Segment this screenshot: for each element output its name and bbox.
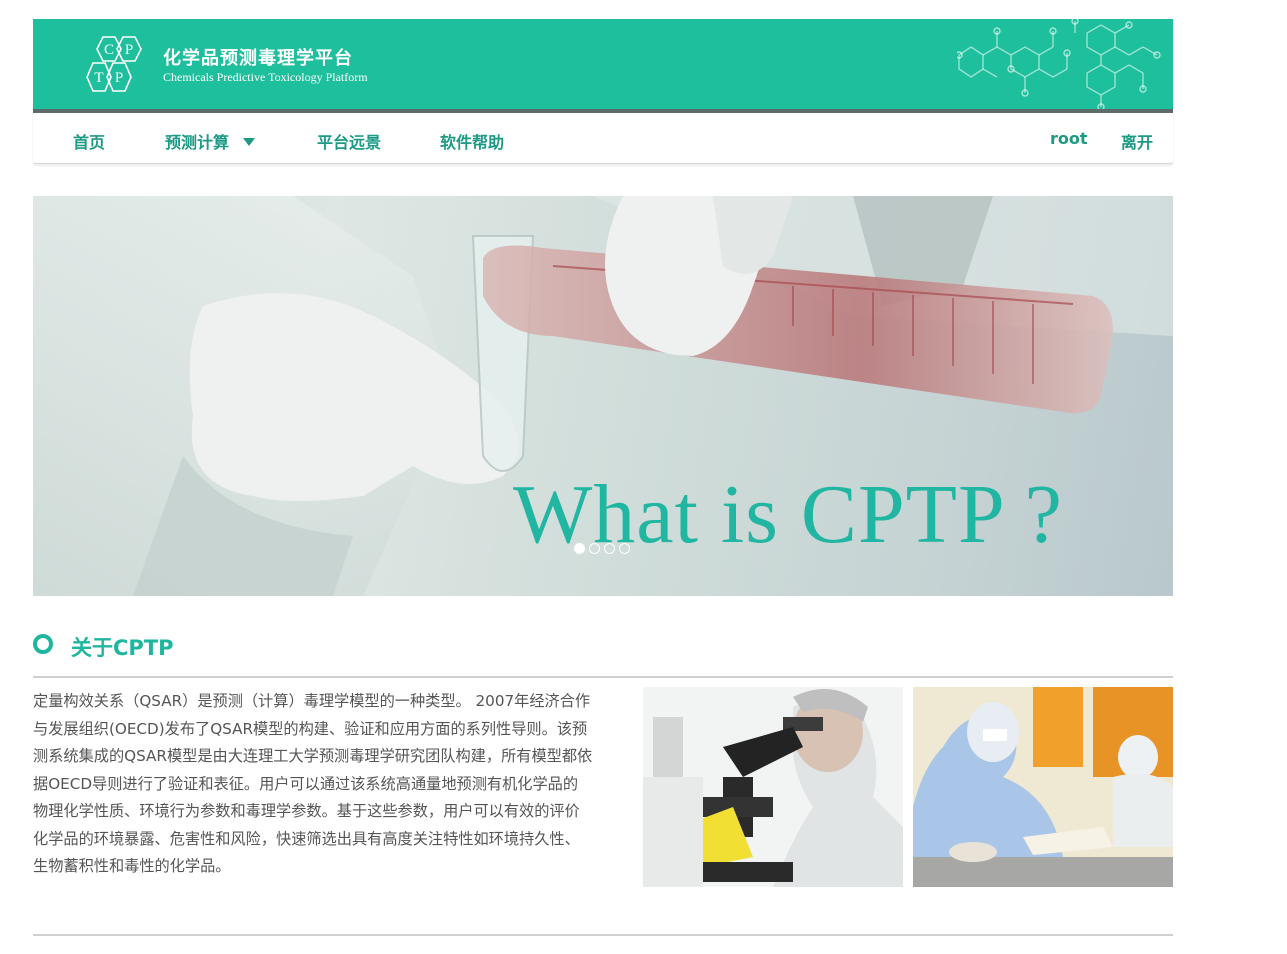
logo-letter-4: P [115, 70, 123, 86]
about-header: 关于CPTP [33, 632, 1173, 678]
logo-letter-1: C [104, 42, 114, 58]
page: C P T P 化学品预测毒理学平台 Chemicals Predictive … [33, 19, 1173, 936]
main-nav: 首页 预测计算 平台远景 软件帮助 root 离开 [33, 113, 1173, 164]
section-divider [33, 934, 1173, 936]
cptp-hexagon-logo: C P T P [86, 36, 142, 92]
logo-text: 化学品预测毒理学平台 Chemicals Predictive Toxicolo… [163, 48, 368, 84]
molecule-decoration-icon [957, 19, 1161, 109]
site-header: C P T P 化学品预测毒理学平台 Chemicals Predictive … [33, 19, 1173, 113]
site-title-en: Chemicals Predictive Toxicology Platform [163, 70, 368, 84]
carousel-dot-3[interactable] [604, 543, 615, 554]
about-title: 关于CPTP [71, 636, 174, 660]
logo-letter-2: P [125, 42, 133, 58]
cleanroom-photo [913, 687, 1173, 887]
nav-user[interactable]: root [1050, 129, 1088, 148]
ring-bullet-icon [33, 634, 53, 654]
nav-predict[interactable]: 预测计算 [165, 129, 256, 153]
about-description: 定量构效关系（QSAR）是预测（计算）毒理学模型的一种类型。 2007年经济合作… [33, 692, 593, 875]
nav-logout[interactable]: 离开 [1121, 129, 1153, 153]
carousel-dot-4[interactable] [619, 543, 630, 554]
site-title-cn: 化学品预测毒理学平台 [163, 48, 353, 69]
hero-carousel[interactable]: What is CPTP ? [33, 196, 1173, 596]
nav-predict-label: 预测计算 [165, 133, 230, 152]
nav-home[interactable]: 首页 [73, 129, 105, 153]
carousel-dots [574, 539, 634, 554]
carousel-dot-1[interactable] [574, 543, 585, 554]
nav-vision[interactable]: 平台远景 [317, 129, 381, 153]
caret-down-icon [243, 137, 256, 146]
logo-letter-3: T [94, 70, 103, 86]
carousel-dot-2[interactable] [589, 543, 600, 554]
nav-help[interactable]: 软件帮助 [440, 129, 504, 153]
microscope-photo [643, 687, 903, 887]
